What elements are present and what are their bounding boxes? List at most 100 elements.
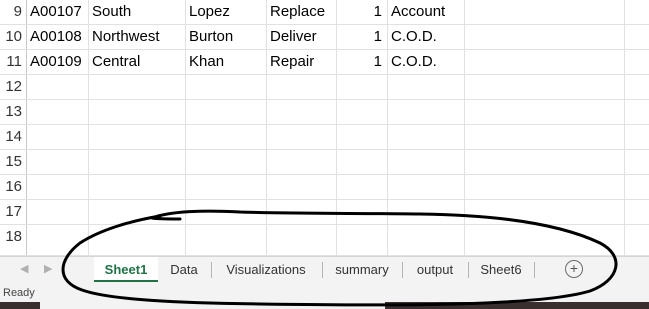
cell[interactable] xyxy=(89,175,186,199)
cell[interactable] xyxy=(267,225,337,255)
cell[interactable]: Khan xyxy=(186,50,267,74)
cell[interactable] xyxy=(267,125,337,149)
cell[interactable] xyxy=(186,75,267,99)
tab-divider xyxy=(534,262,535,278)
row-header[interactable]: 12 xyxy=(0,75,27,99)
cell[interactable] xyxy=(89,225,186,255)
scroll-right-icon[interactable]: ▶ xyxy=(44,262,52,275)
cell[interactable] xyxy=(27,75,89,99)
cell[interactable]: Lopez xyxy=(186,0,267,24)
row-header[interactable]: 11 xyxy=(0,50,27,74)
cell[interactable] xyxy=(465,100,625,124)
status-text: Ready xyxy=(3,287,35,299)
cell[interactable] xyxy=(388,125,465,149)
row-header[interactable]: 18 xyxy=(0,225,27,255)
cell[interactable] xyxy=(388,100,465,124)
cell[interactable] xyxy=(89,200,186,224)
cell[interactable] xyxy=(388,200,465,224)
cell[interactable]: A00108 xyxy=(27,25,89,49)
cell[interactable] xyxy=(267,200,337,224)
cell[interactable] xyxy=(267,175,337,199)
cell[interactable] xyxy=(186,225,267,255)
row-header[interactable]: 17 xyxy=(0,200,27,224)
cell[interactable] xyxy=(27,150,89,174)
cell[interactable] xyxy=(89,100,186,124)
cell[interactable]: Northwest xyxy=(89,25,186,49)
table-row: 9 A00107 South Lopez Replace 1 Account xyxy=(0,0,649,25)
cell[interactable] xyxy=(465,175,625,199)
table-row: 18 xyxy=(0,225,649,256)
scroll-left-icon[interactable]: ◀ xyxy=(20,262,28,275)
cell[interactable] xyxy=(465,200,625,224)
cell[interactable] xyxy=(465,125,625,149)
table-row: 16 xyxy=(0,175,649,200)
cell[interactable] xyxy=(267,100,337,124)
cell[interactable] xyxy=(337,75,388,99)
cell[interactable] xyxy=(267,150,337,174)
cell[interactable] xyxy=(27,100,89,124)
cell[interactable]: A00107 xyxy=(27,0,89,24)
cell[interactable] xyxy=(186,200,267,224)
cell[interactable] xyxy=(388,225,465,255)
cell[interactable] xyxy=(465,0,625,24)
cell[interactable] xyxy=(465,150,625,174)
cell[interactable] xyxy=(186,175,267,199)
cell[interactable]: Burton xyxy=(186,25,267,49)
cell[interactable] xyxy=(465,50,625,74)
cell[interactable]: Deliver xyxy=(267,25,337,49)
add-sheet-icon[interactable]: + xyxy=(565,260,583,278)
cell[interactable]: C.O.D. xyxy=(388,50,465,74)
cell[interactable] xyxy=(27,125,89,149)
cell[interactable] xyxy=(186,125,267,149)
table-row: 12 xyxy=(0,75,649,100)
cell[interactable] xyxy=(89,125,186,149)
cell[interactable]: 1 xyxy=(337,0,388,24)
row-header[interactable]: 10 xyxy=(0,25,27,49)
row-header[interactable]: 16 xyxy=(0,175,27,199)
row-header[interactable]: 14 xyxy=(0,125,27,149)
cell[interactable] xyxy=(337,125,388,149)
cell[interactable]: 1 xyxy=(337,50,388,74)
table-row: 14 xyxy=(0,125,649,150)
cell[interactable] xyxy=(337,175,388,199)
cell[interactable] xyxy=(465,25,625,49)
cell[interactable] xyxy=(337,200,388,224)
tab-divider xyxy=(211,262,212,278)
cell[interactable] xyxy=(337,100,388,124)
cell[interactable]: Central xyxy=(89,50,186,74)
tab-divider xyxy=(402,262,403,278)
cell[interactable] xyxy=(89,150,186,174)
cell[interactable] xyxy=(465,75,625,99)
tab-visualizations[interactable]: Visualizations xyxy=(214,257,318,282)
cell[interactable] xyxy=(27,175,89,199)
row-header[interactable]: 13 xyxy=(0,100,27,124)
tab-output[interactable]: output xyxy=(405,257,465,282)
cell[interactable]: C.O.D. xyxy=(388,25,465,49)
cell[interactable] xyxy=(337,225,388,255)
cell[interactable] xyxy=(27,225,89,255)
cell[interactable] xyxy=(27,200,89,224)
cell[interactable] xyxy=(388,175,465,199)
tab-data[interactable]: Data xyxy=(160,257,208,282)
row-header[interactable]: 15 xyxy=(0,150,27,174)
cell[interactable] xyxy=(388,75,465,99)
cell[interactable]: Account xyxy=(388,0,465,24)
sheet-tab-bar: ◀ ▶ Sheet1 Data Visualizations summary o… xyxy=(0,256,649,283)
cell[interactable]: 1 xyxy=(337,25,388,49)
cell[interactable]: South xyxy=(89,0,186,24)
tab-sheet6[interactable]: Sheet6 xyxy=(471,257,531,282)
tab-divider xyxy=(468,262,469,278)
tab-summary[interactable]: summary xyxy=(325,257,399,282)
cell[interactable] xyxy=(267,75,337,99)
row-header[interactable]: 9 xyxy=(0,0,27,24)
cell[interactable] xyxy=(388,150,465,174)
cell[interactable] xyxy=(465,225,625,255)
cell[interactable] xyxy=(337,150,388,174)
cell[interactable] xyxy=(186,100,267,124)
tab-sheet1[interactable]: Sheet1 xyxy=(94,257,158,282)
cell[interactable]: Replace xyxy=(267,0,337,24)
cell[interactable]: Repair xyxy=(267,50,337,74)
cell[interactable] xyxy=(186,150,267,174)
cell[interactable] xyxy=(89,75,186,99)
cell[interactable]: A00109 xyxy=(27,50,89,74)
